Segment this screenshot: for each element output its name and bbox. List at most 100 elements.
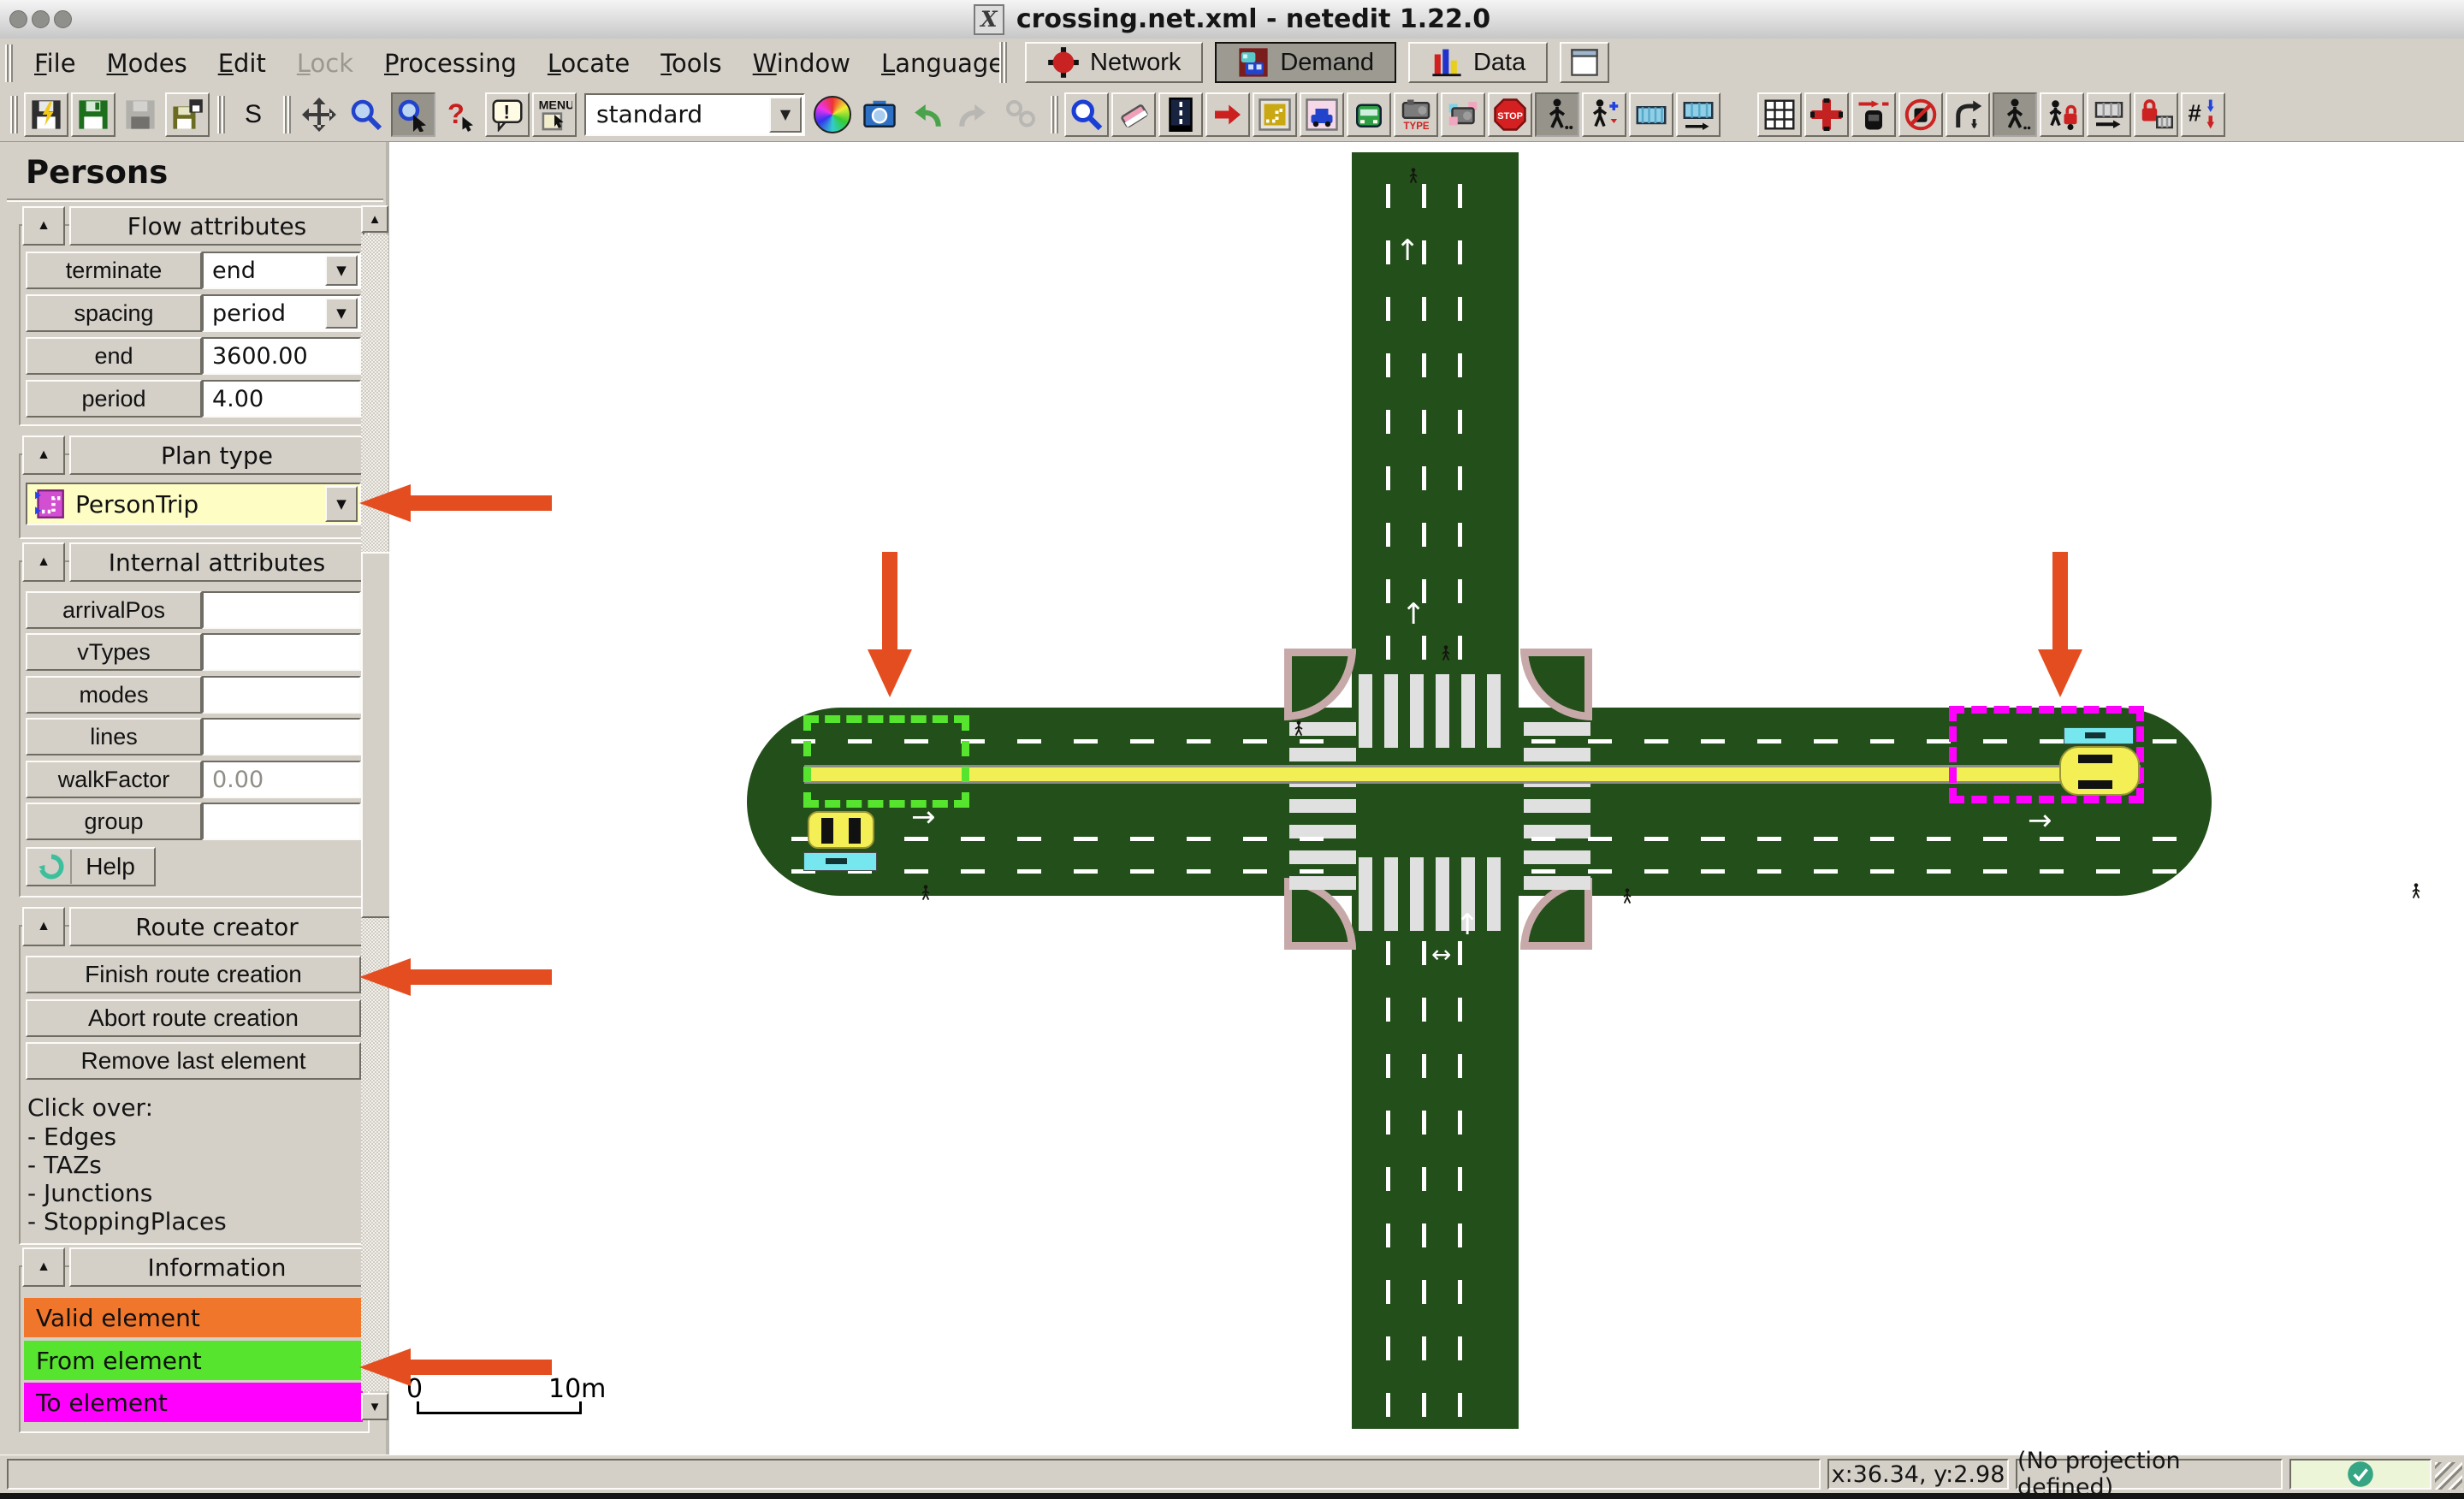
view-settings-button[interactable]: [810, 92, 855, 137]
stop-mode-engine-button[interactable]: [1441, 92, 1485, 137]
zoom-pointer-button[interactable]: [391, 92, 435, 137]
menu-file[interactable]: File: [19, 43, 92, 84]
toolbar-grip-3[interactable]: [283, 96, 292, 133]
menu-window[interactable]: Window: [737, 43, 866, 84]
menu-processing[interactable]: Processing: [369, 43, 532, 84]
lock-container-toggle[interactable]: [2134, 92, 2178, 137]
combo-dropdown-icon[interactable]: ▼: [769, 97, 802, 133]
walkfactor-field[interactable]: 0.00: [202, 761, 361, 798]
end-field[interactable]: 3600.00: [202, 337, 361, 375]
lines-label-button[interactable]: lines: [26, 718, 202, 755]
group-label-button[interactable]: group: [26, 803, 202, 840]
supermode-data-button[interactable]: Data: [1408, 42, 1548, 83]
spacing-dropdown-icon[interactable]: ▼: [325, 298, 358, 329]
compute-icon: [1004, 98, 1038, 132]
scrollbar-thumb[interactable]: [361, 552, 392, 918]
show-connections-toggle[interactable]: [1946, 92, 1990, 137]
save-network-button[interactable]: [24, 92, 68, 137]
vehicle-mode-button[interactable]: [1300, 92, 1344, 137]
menu-modes[interactable]: Modes: [92, 43, 203, 84]
context-help-button[interactable]: ?: [438, 92, 483, 137]
terminate-dropdown-icon[interactable]: ▼: [325, 255, 358, 286]
scrollbar-up-icon[interactable]: ▲: [361, 205, 388, 233]
terminate-label-button[interactable]: terminate: [26, 252, 202, 289]
show-containers-toggle[interactable]: [2087, 92, 2131, 137]
internal-collapse-button[interactable]: ▲: [22, 542, 65, 582]
plan-dropdown-icon[interactable]: ▼: [325, 486, 358, 522]
remove-last-element-button[interactable]: Remove last element: [26, 1042, 361, 1080]
supermode-network-button[interactable]: Network: [1025, 42, 1203, 83]
resize-grip[interactable]: [2435, 1462, 2462, 1490]
spacing-combobox[interactable]: period ▼: [202, 294, 361, 332]
terminate-combobox[interactable]: end ▼: [202, 252, 361, 289]
plan-collapse-button[interactable]: ▲: [22, 435, 65, 475]
show-grid-toggle[interactable]: [1757, 92, 1802, 137]
vehicle-west[interactable]: [808, 811, 874, 849]
end-label-button[interactable]: end: [26, 337, 202, 375]
menu-edit[interactable]: Edit: [203, 43, 281, 84]
help-button[interactable]: Help: [26, 847, 156, 886]
network-view-canvas[interactable]: ↑ ↑ → → ↑ ↔ 0 10m: [389, 142, 2464, 1455]
scrollbar-down-icon[interactable]: ▼: [361, 1393, 388, 1420]
type-mode-button[interactable]: [1347, 92, 1391, 137]
move-mode-button[interactable]: [1205, 92, 1250, 137]
modes-field[interactable]: [202, 676, 361, 714]
stop-sign-mode-button[interactable]: STOP: [1488, 92, 1532, 137]
toolbar-grip-2[interactable]: [217, 96, 226, 133]
vtypes-label-button[interactable]: vTypes: [26, 633, 202, 671]
zoom-button[interactable]: [344, 92, 388, 137]
save-all-button[interactable]: [165, 92, 210, 137]
route-mode-button[interactable]: [1253, 92, 1297, 137]
group-field[interactable]: [202, 803, 361, 840]
vtype-mode-button[interactable]: TYPE: [1394, 92, 1438, 137]
route-collapse-button[interactable]: ▲: [22, 907, 65, 946]
walkfactor-label-button[interactable]: walkFactor: [26, 761, 202, 798]
toolbar-grip-1[interactable]: [10, 96, 19, 133]
undo-button[interactable]: [904, 92, 949, 137]
plan-type-combobox[interactable]: PersonTrip ▼: [26, 483, 361, 525]
show-all-persons-toggle[interactable]: [2040, 92, 2084, 137]
spacing-label-button[interactable]: spacing: [26, 294, 202, 332]
lines-field[interactable]: [202, 718, 361, 755]
screenshot-button[interactable]: [857, 92, 902, 137]
finish-route-creation-button[interactable]: Finish route creation: [26, 956, 361, 993]
person-mode-button[interactable]: [1535, 92, 1579, 137]
spread-vehicles-toggle[interactable]: [1898, 92, 1943, 137]
menubar-grip[interactable]: [5, 44, 14, 82]
menu-tools[interactable]: Tools: [645, 43, 737, 84]
arrivalpos-label-button[interactable]: arrivalPos: [26, 591, 202, 629]
abort-route-creation-button[interactable]: Abort route creation: [26, 999, 361, 1037]
s-mode-button[interactable]: S: [231, 92, 275, 137]
menu-locate[interactable]: Locate: [532, 43, 645, 84]
message-window-button[interactable]: !: [485, 92, 530, 137]
window-list-button[interactable]: [1560, 42, 1609, 83]
period-field[interactable]: 4.00: [202, 380, 361, 418]
vehicle-geometry-toggle[interactable]: [1851, 92, 1896, 137]
information-collapse-button[interactable]: ▲: [22, 1247, 65, 1287]
inspect-mode-button[interactable]: [1064, 92, 1109, 137]
period-label-button[interactable]: period: [26, 380, 202, 418]
select-mode-button[interactable]: [1158, 92, 1203, 137]
save-sumo-config-button[interactable]: [71, 92, 116, 137]
supermode-demand-button[interactable]: Demand: [1215, 42, 1396, 83]
supermode-grip[interactable]: [999, 42, 1008, 83]
lane-marking: [1531, 869, 2182, 874]
personplan-mode-button[interactable]: [1582, 92, 1626, 137]
from-edge-highlight[interactable]: [803, 715, 969, 808]
save-disabled-icon: [124, 98, 157, 131]
view-preset-combobox[interactable]: standard ▼: [584, 93, 805, 136]
modes-label-button[interactable]: modes: [26, 676, 202, 714]
trip-spawn-toggle[interactable]: #: [2181, 92, 2225, 137]
container-mode-button[interactable]: [1629, 92, 1673, 137]
vehicle-east[interactable]: [2059, 746, 2140, 796]
toolbar-grip-4[interactable]: [1051, 96, 1059, 133]
pan-view-button[interactable]: [297, 92, 341, 137]
flow-collapse-button[interactable]: ▲: [22, 206, 65, 246]
lock-person-toggle[interactable]: [1993, 92, 2037, 137]
menu-toggle-button[interactable]: MENU: [532, 92, 577, 137]
vtypes-field[interactable]: [202, 633, 361, 671]
delete-mode-button[interactable]: [1111, 92, 1156, 137]
arrivalpos-field[interactable]: [202, 591, 361, 629]
junction-shape-toggle[interactable]: [1804, 92, 1849, 137]
containerplan-mode-button[interactable]: [1676, 92, 1721, 137]
